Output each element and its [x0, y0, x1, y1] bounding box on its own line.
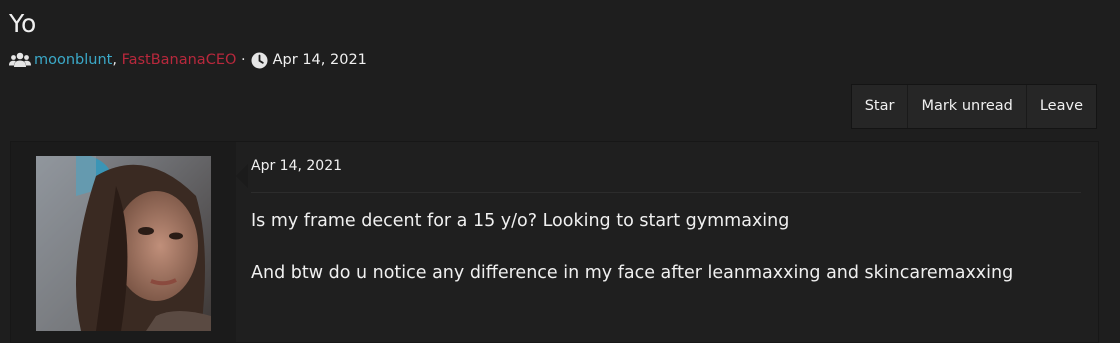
- page-title: Yo: [9, 9, 37, 38]
- message-paragraph-2: And btw do u notice any difference in my…: [251, 263, 1014, 283]
- avatar[interactable]: [36, 156, 211, 331]
- star-button[interactable]: Star: [852, 85, 909, 128]
- message-post: Apr 14, 2021 Is my frame decent for a 15…: [10, 141, 1099, 343]
- message-date[interactable]: Apr 14, 2021: [251, 158, 342, 174]
- message-paragraph-1: Is my frame decent for a 15 y/o? Looking…: [251, 211, 790, 231]
- participant-link-moonblunt[interactable]: moonblunt: [34, 52, 112, 68]
- meta-dot-separator: ·: [241, 52, 246, 68]
- users-icon: [9, 52, 31, 68]
- message-author-column: [11, 142, 236, 342]
- leave-button[interactable]: Leave: [1027, 85, 1096, 128]
- message-divider: [251, 192, 1081, 193]
- avatar-pointer: [236, 164, 248, 188]
- thread-date[interactable]: Apr 14, 2021: [273, 52, 367, 68]
- participant-link-fastbananaceo[interactable]: FastBananaCEO: [122, 52, 237, 68]
- thread-actions: Star Mark unread Leave: [850, 84, 1097, 129]
- participant-separator: ,: [112, 52, 117, 68]
- clock-icon: [251, 52, 268, 69]
- mark-unread-button[interactable]: Mark unread: [908, 85, 1027, 128]
- thread-meta: moonblunt , FastBananaCEO · Apr 14, 2021: [9, 50, 367, 70]
